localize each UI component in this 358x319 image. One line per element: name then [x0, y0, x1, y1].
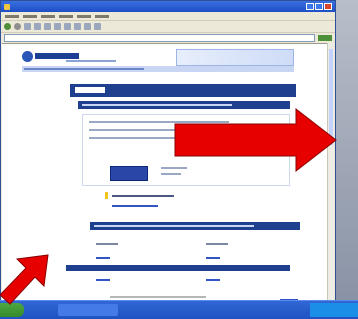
bullet-marker	[105, 192, 108, 199]
panel-text-line	[89, 129, 209, 131]
panel-text-line	[89, 137, 259, 139]
go-button[interactable]	[318, 35, 332, 41]
scrollbar-thumb[interactable]	[329, 49, 333, 145]
enter-button[interactable]	[110, 166, 148, 181]
desktop-background	[336, 0, 358, 300]
site-logo-subtitle	[66, 60, 116, 62]
mail-icon[interactable]	[84, 23, 91, 30]
table-header-bar	[90, 222, 300, 230]
panel-text-line	[161, 173, 181, 175]
panel-text-line	[89, 121, 229, 123]
copyright-text	[110, 296, 206, 298]
table-link[interactable]	[96, 279, 110, 281]
menu-item[interactable]	[59, 14, 73, 18]
forward-icon[interactable]	[14, 23, 21, 30]
column-label	[206, 243, 228, 245]
start-button[interactable]	[0, 303, 24, 317]
vertical-scrollbar[interactable]	[327, 43, 334, 307]
favorites-icon[interactable]	[64, 23, 71, 30]
page-banner	[176, 49, 294, 66]
panel-text-line	[161, 167, 187, 169]
table-link[interactable]	[96, 257, 110, 259]
site-logo-text[interactable]	[35, 53, 79, 59]
address-bar	[1, 32, 335, 43]
menu-item[interactable]	[77, 14, 91, 18]
menu-item[interactable]	[95, 14, 109, 18]
info-bar-text	[82, 104, 232, 106]
table-link[interactable]	[206, 279, 220, 281]
system-tray	[310, 303, 358, 317]
column-label	[96, 243, 118, 245]
window-title	[13, 5, 305, 8]
address-input[interactable]	[4, 34, 315, 42]
taskbar	[0, 300, 358, 319]
menu-item[interactable]	[23, 14, 37, 18]
title-bar	[1, 1, 335, 12]
maximize-button[interactable]	[315, 3, 323, 10]
taskbar-window-button[interactable]	[58, 304, 118, 316]
section-title	[75, 87, 105, 93]
breadcrumb-links[interactable]	[24, 68, 144, 70]
subsection-link[interactable]	[112, 205, 158, 207]
prefecture-logo-icon[interactable]	[22, 51, 33, 62]
section-header	[70, 84, 296, 97]
stop-icon[interactable]	[24, 23, 31, 30]
browser-icon	[4, 3, 10, 10]
close-button[interactable]	[324, 3, 332, 10]
table-header-text	[94, 225, 254, 227]
menu-item[interactable]	[5, 14, 19, 18]
info-bar	[78, 101, 290, 109]
subsection-heading	[112, 195, 174, 197]
refresh-icon[interactable]	[34, 23, 41, 30]
page-footer-bar	[66, 265, 290, 271]
menu-bar	[1, 12, 335, 20]
menu-item[interactable]	[41, 14, 55, 18]
history-icon[interactable]	[74, 23, 81, 30]
home-icon[interactable]	[44, 23, 51, 30]
breadcrumb	[22, 66, 294, 72]
toolbar	[1, 20, 335, 32]
table-link[interactable]	[206, 257, 220, 259]
print-icon[interactable]	[94, 23, 101, 30]
minimize-button[interactable]	[306, 3, 314, 10]
back-icon[interactable]	[4, 23, 11, 30]
search-icon[interactable]	[54, 23, 61, 30]
